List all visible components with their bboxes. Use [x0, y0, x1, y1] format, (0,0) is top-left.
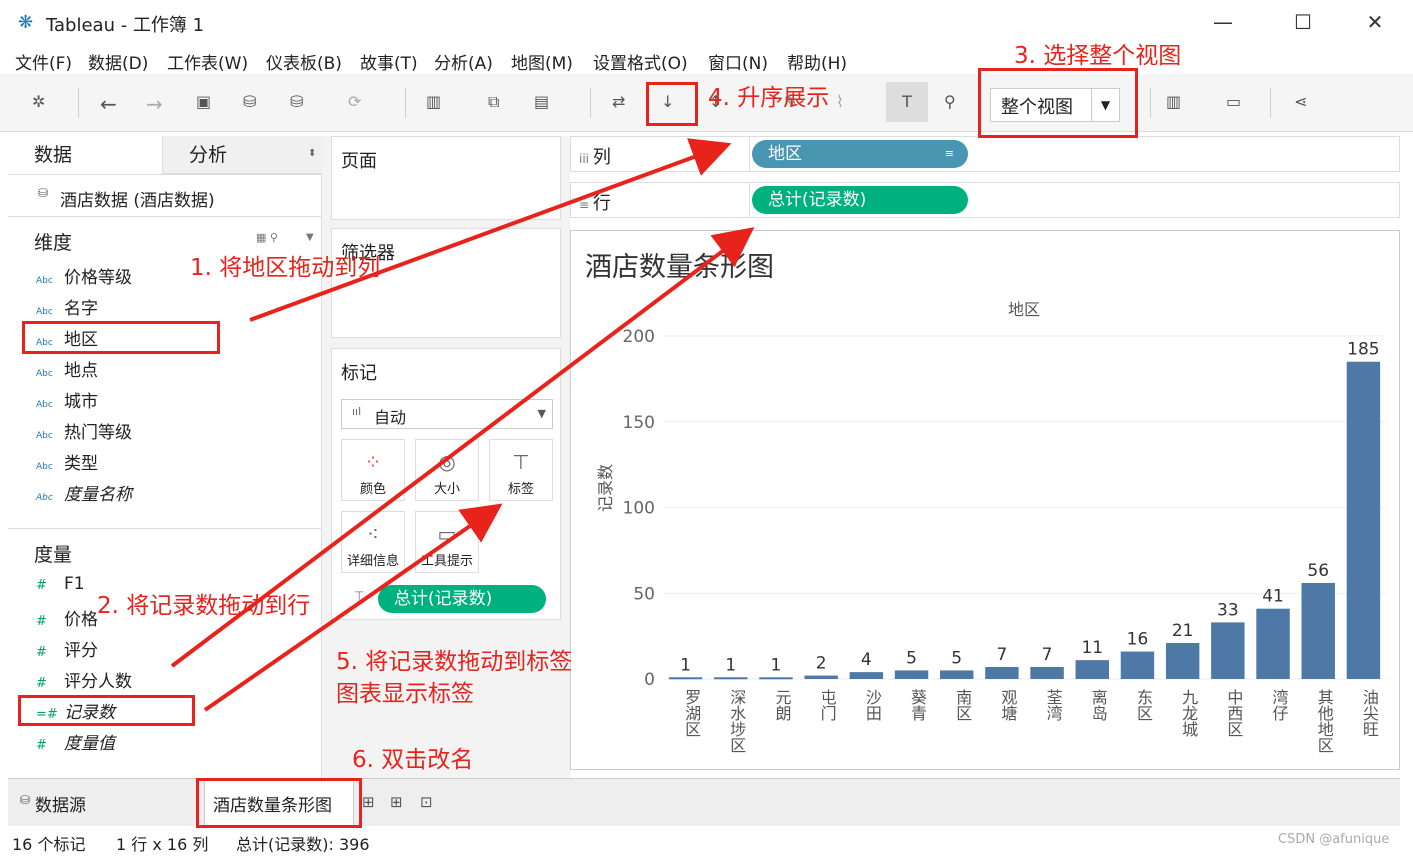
arrow-region-to-columns — [249, 138, 732, 322]
annotation-step-3: 3. 选择整个视图 — [1014, 43, 1182, 69]
annotation-step-2: 2. 将记录数拖动到行 — [97, 593, 311, 619]
annotation-step-6: 6. 双击改名 — [352, 747, 474, 773]
annotation-step-5b: 图表显示标签 — [336, 681, 474, 707]
annotation-step-4: 4. 升序展示 — [708, 85, 830, 111]
annotation-step-1: 1. 将地区拖动到列 — [190, 255, 381, 281]
annotation-step-5a: 5. 将记录数拖动到标签 — [336, 649, 573, 675]
annotation-arrows — [170, 138, 755, 712]
